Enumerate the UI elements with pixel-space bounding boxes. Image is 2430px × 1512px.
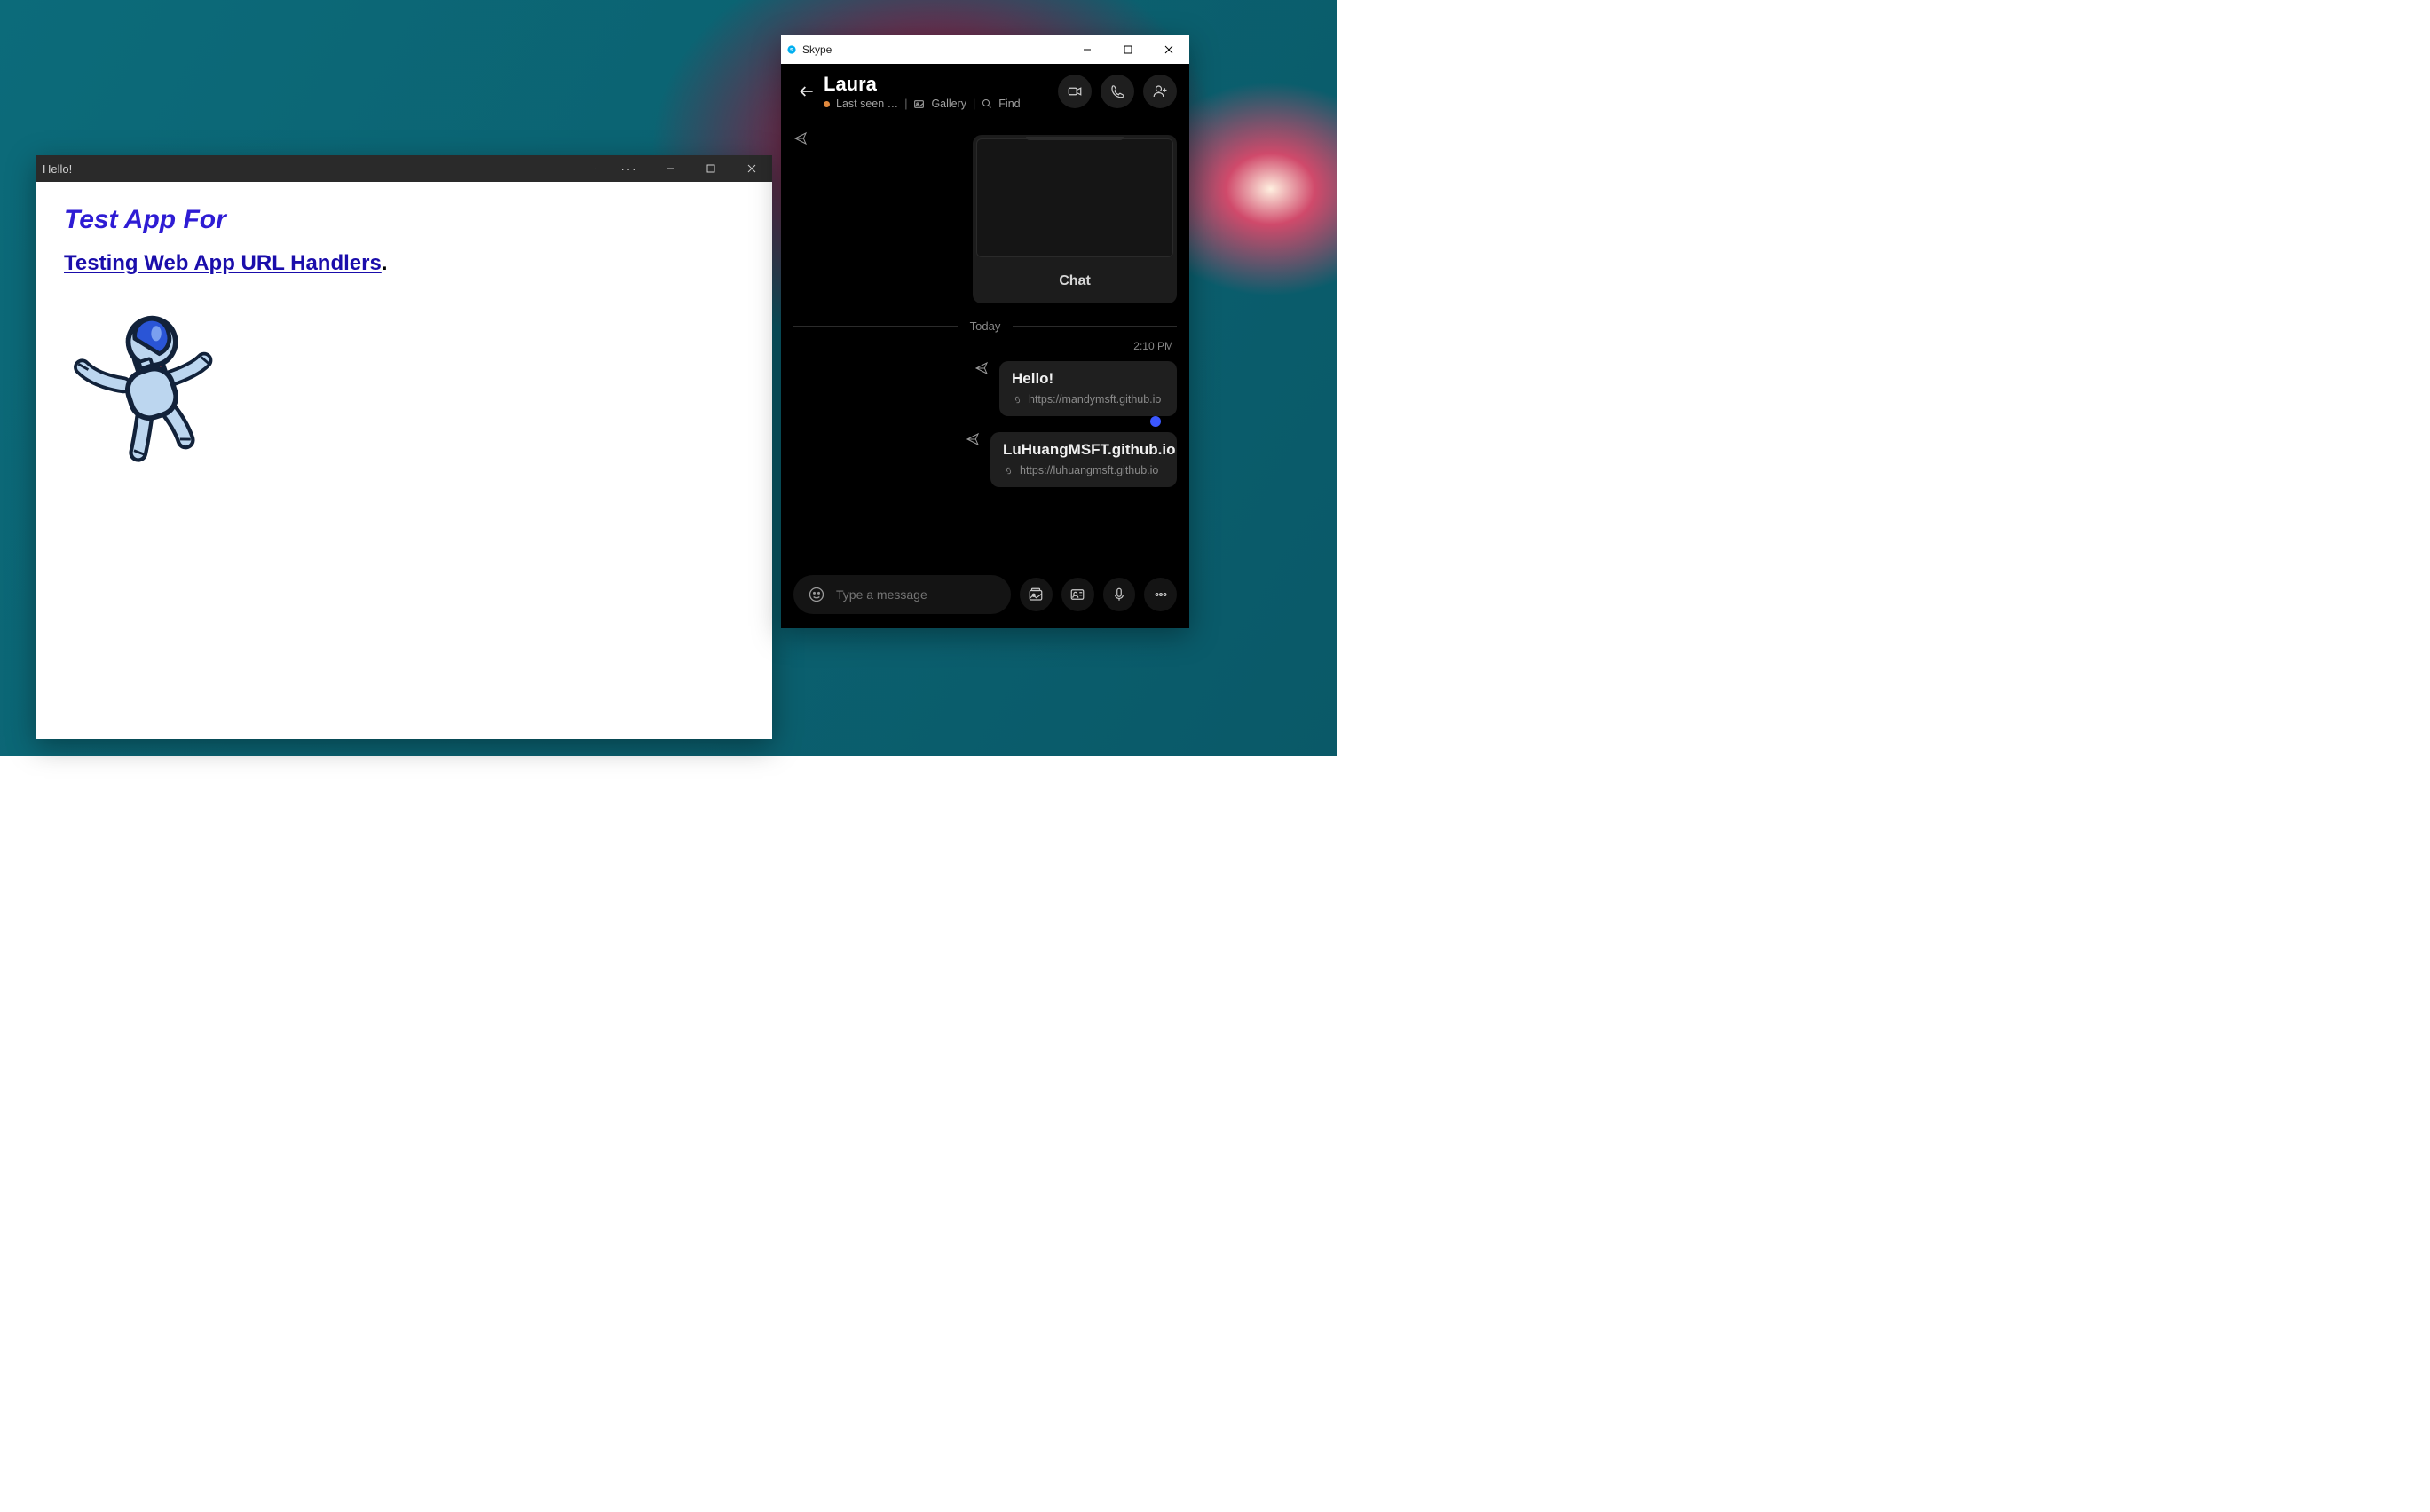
app-titlebar-dot[interactable]: ·	[582, 155, 609, 182]
message-row: LuHuangMSFT.github.io https://luhuangmsf…	[793, 432, 1177, 487]
search-icon	[982, 98, 992, 109]
message-bubble[interactable]: Hello! https://mandymsft.github.io	[999, 361, 1177, 416]
skype-window: S Skype Laura Last seen … | Gallery |	[781, 35, 1189, 628]
message-row: Chat	[793, 131, 1177, 303]
back-button[interactable]	[793, 78, 820, 105]
skype-conversation-header: Laura Last seen … | Gallery | Find	[781, 64, 1189, 122]
message-url[interactable]: https://luhuangmsft.github.io	[1003, 464, 1164, 476]
contact-card-button[interactable]	[1061, 578, 1094, 611]
last-seen-label[interactable]: Last seen …	[836, 98, 898, 110]
desktop-background: Hello! · ··· Test App For Testing Web Ap…	[0, 0, 1337, 756]
url-handlers-link[interactable]: Testing Web App URL Handlers	[64, 251, 382, 275]
chat-button[interactable]: Chat	[973, 261, 1177, 303]
voice-message-button[interactable]	[1103, 578, 1136, 611]
preview-media	[976, 138, 1173, 257]
message-input-pill[interactable]	[793, 575, 1011, 614]
gallery-icon	[913, 98, 925, 110]
message-input[interactable]	[836, 587, 997, 602]
message-title: LuHuangMSFT.github.io	[1003, 441, 1164, 459]
more-button[interactable]: ···	[609, 155, 650, 182]
composer	[793, 575, 1177, 614]
minimize-button[interactable]	[650, 155, 690, 182]
message-bubble[interactable]: LuHuangMSFT.github.io https://luhuangmsf…	[990, 432, 1177, 487]
app-window: Hello! · ··· Test App For Testing Web Ap…	[36, 155, 772, 739]
contact-info: Laura Last seen … | Gallery | Find	[820, 73, 1058, 110]
contact-meta: Last seen … | Gallery | Find	[824, 98, 1058, 110]
skype-titlebar[interactable]: S Skype	[781, 35, 1189, 64]
skype-icon: S	[781, 45, 802, 54]
link-preview-card[interactable]: Chat	[973, 135, 1177, 303]
more-options-button[interactable]	[1144, 578, 1177, 611]
sent-icon	[974, 361, 989, 380]
message-time: 2:10 PM	[793, 340, 1177, 352]
presence-dot-icon	[824, 101, 830, 107]
app-heading: Test App For	[64, 205, 744, 235]
app-titlebar[interactable]: Hello! · ···	[36, 155, 772, 182]
contact-name: Laura	[824, 73, 1058, 96]
skype-close-button[interactable]	[1148, 35, 1189, 64]
find-link[interactable]: Find	[998, 98, 1020, 110]
date-divider: Today	[793, 319, 1177, 333]
message-title: Hello!	[1012, 370, 1164, 388]
sent-icon	[966, 432, 980, 451]
sent-icon	[793, 131, 808, 150]
period: .	[382, 251, 388, 275]
gallery-link[interactable]: Gallery	[931, 98, 966, 110]
astronaut-image	[66, 301, 744, 474]
read-receipt-avatar	[1150, 416, 1161, 427]
skype-maximize-button[interactable]	[1108, 35, 1148, 64]
add-participant-button[interactable]	[1143, 75, 1177, 108]
link-icon	[1012, 394, 1023, 406]
call-actions	[1058, 75, 1177, 108]
svg-text:S: S	[790, 48, 793, 53]
maximize-button[interactable]	[690, 155, 731, 182]
audio-call-button[interactable]	[1101, 75, 1134, 108]
app-title: Hello!	[43, 162, 582, 176]
emoji-icon[interactable]	[808, 586, 825, 603]
app-subheading: Testing Web App URL Handlers.	[64, 251, 744, 276]
close-button[interactable]	[731, 155, 772, 182]
message-row: Hello! https://mandymsft.github.io	[793, 361, 1177, 416]
message-url[interactable]: https://mandymsft.github.io	[1012, 393, 1164, 406]
message-area[interactable]: Chat Today 2:10 PM Hello! https://mandym…	[781, 122, 1189, 575]
send-photo-button[interactable]	[1020, 578, 1053, 611]
app-body: Test App For Testing Web App URL Handler…	[36, 182, 772, 497]
date-label: Today	[970, 319, 1001, 333]
skype-minimize-button[interactable]	[1067, 35, 1108, 64]
video-call-button[interactable]	[1058, 75, 1092, 108]
skype-title: Skype	[802, 43, 1067, 56]
link-icon	[1003, 465, 1014, 476]
